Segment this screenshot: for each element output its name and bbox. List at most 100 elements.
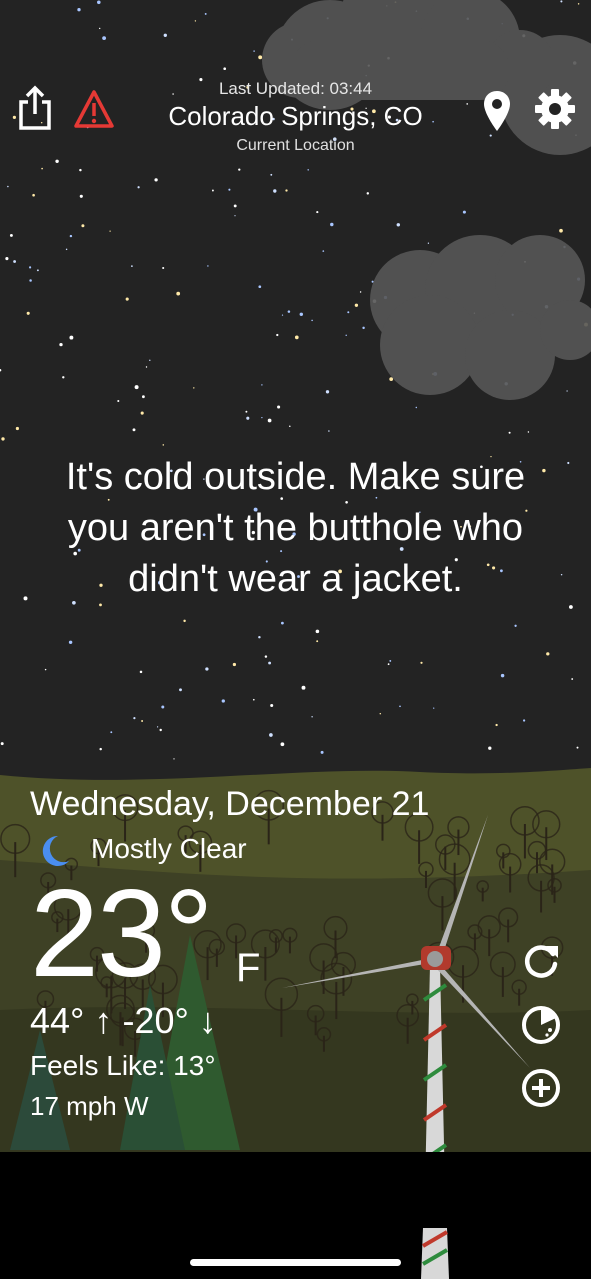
- star: [55, 159, 59, 164]
- weather-message: It's cold outside. Make sure you aren't …: [65, 456, 526, 600]
- star: [330, 222, 334, 227]
- star: [36, 269, 39, 272]
- star: [508, 431, 511, 434]
- star: [69, 335, 74, 340]
- star: [571, 678, 574, 680]
- temperature-unit[interactable]: F: [236, 946, 260, 991]
- star: [15, 426, 19, 431]
- star: [44, 668, 47, 671]
- star: [173, 758, 175, 760]
- current-temperature: 23°: [30, 865, 214, 1003]
- star: [125, 297, 129, 301]
- turbine-base: [421, 1228, 449, 1279]
- star: [415, 406, 418, 409]
- star: [134, 385, 139, 390]
- star: [98, 27, 101, 30]
- star: [273, 189, 277, 193]
- star: [176, 291, 181, 296]
- star: [26, 311, 30, 315]
- star: [322, 250, 325, 252]
- star: [316, 640, 319, 643]
- star: [488, 746, 492, 750]
- star: [207, 265, 209, 267]
- star: [427, 242, 430, 244]
- star: [261, 384, 263, 386]
- star: [179, 688, 182, 692]
- star: [546, 652, 550, 656]
- star: [379, 712, 382, 715]
- star: [433, 707, 435, 709]
- star: [23, 596, 28, 601]
- star: [141, 720, 144, 722]
- star: [29, 266, 32, 269]
- refresh-icon: [525, 945, 558, 978]
- star: [389, 659, 392, 662]
- star: [252, 698, 255, 701]
- star: [109, 230, 111, 232]
- star: [567, 461, 570, 465]
- star: [228, 188, 231, 191]
- location-button[interactable]: [478, 88, 516, 134]
- star: [223, 67, 227, 71]
- star: [311, 716, 313, 718]
- star: [194, 20, 197, 22]
- star: [162, 444, 165, 446]
- star: [131, 265, 133, 267]
- star: [117, 399, 120, 403]
- star: [145, 366, 148, 368]
- radar-icon: [522, 1006, 560, 1044]
- star: [281, 314, 284, 316]
- star: [307, 169, 309, 171]
- star: [328, 430, 330, 432]
- star: [559, 228, 563, 233]
- star: [238, 168, 241, 171]
- star: [320, 750, 324, 754]
- star: [62, 376, 65, 379]
- star: [0, 742, 4, 746]
- star: [102, 36, 107, 41]
- star: [65, 248, 68, 251]
- star: [325, 390, 330, 394]
- star: [261, 416, 263, 419]
- star: [399, 705, 401, 708]
- location-subtitle: Current Location: [236, 137, 355, 154]
- star: [315, 629, 320, 634]
- star: [269, 733, 273, 737]
- star: [193, 387, 195, 389]
- star: [264, 655, 268, 658]
- star: [268, 661, 272, 665]
- add-icon: [522, 1069, 560, 1107]
- star: [258, 635, 261, 639]
- star: [29, 279, 32, 282]
- star: [79, 194, 83, 198]
- star: [270, 173, 273, 176]
- star: [577, 3, 580, 5]
- settings-button[interactable]: [532, 86, 578, 132]
- star: [79, 168, 82, 172]
- refresh-button[interactable]: [518, 938, 564, 984]
- star: [110, 731, 113, 734]
- star: [281, 621, 284, 625]
- star: [9, 233, 13, 237]
- star: [267, 418, 272, 423]
- star: [560, 573, 563, 576]
- star: [97, 0, 101, 5]
- radar-button[interactable]: [518, 1002, 564, 1048]
- star: [77, 8, 81, 12]
- star: [163, 33, 167, 37]
- star: [277, 405, 281, 409]
- home-indicator[interactable]: [190, 1259, 401, 1266]
- feels-like: Feels Like: 13°: [30, 1050, 216, 1081]
- add-location-button[interactable]: [518, 1065, 564, 1111]
- star: [500, 673, 505, 678]
- star: [140, 411, 144, 415]
- star: [280, 742, 285, 747]
- wind-speed: 17 mph W: [30, 1091, 149, 1121]
- star: [566, 390, 568, 392]
- gear-icon: [535, 89, 575, 129]
- star: [287, 310, 291, 313]
- star: [13, 260, 17, 263]
- star: [139, 670, 143, 674]
- star: [142, 395, 145, 399]
- star: [5, 257, 9, 261]
